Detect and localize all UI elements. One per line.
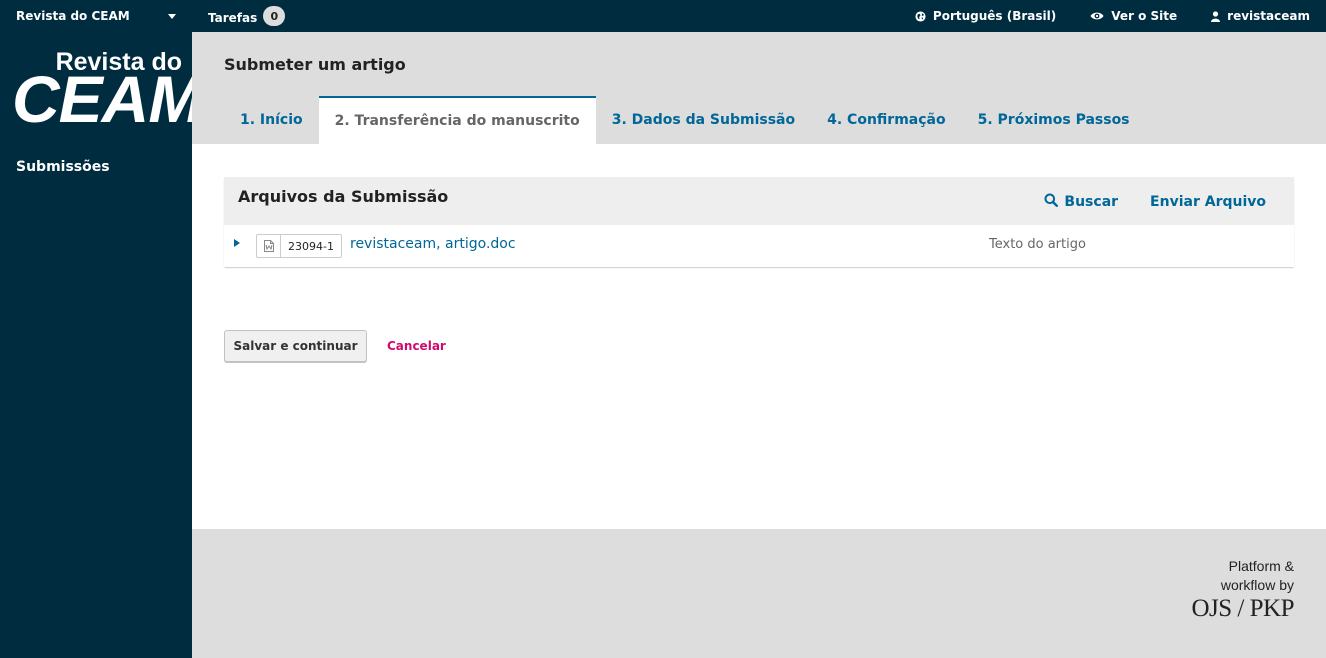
submission-files-grid: Arquivos da Submissão Buscar Enviar Arqu… [224, 177, 1294, 267]
username-label: revistaceam [1227, 9, 1310, 23]
file-name-link[interactable]: revistaceam, artigo.doc [350, 236, 516, 252]
globe-icon [915, 10, 926, 22]
page-footer: Platform & workflow by OJS / PKP [192, 529, 1326, 658]
logo-text-line2: CEAM [12, 62, 203, 136]
journal-switcher[interactable]: Revista do CEAM [16, 9, 176, 23]
sidebar: Revista do CEAM Submissões [0, 32, 203, 658]
caret-down-icon [168, 14, 176, 19]
tasks-link[interactable]: Tarefas 0 [208, 6, 286, 26]
page-title: Submeter um artigo [224, 55, 406, 74]
footer-brand: OJS / PKP [1191, 595, 1295, 622]
tab-proximos-passos[interactable]: 5. Próximos Passos [962, 96, 1146, 144]
file-id-badge: 23094-1 [256, 234, 342, 258]
table-row: 23094-1 revistaceam, artigo.doc Texto do… [224, 225, 1294, 267]
sidebar-item-submissions[interactable]: Submissões [16, 159, 110, 175]
search-files-button[interactable]: Buscar [1044, 193, 1118, 211]
main-content: Arquivos da Submissão Buscar Enviar Arqu… [192, 144, 1326, 529]
tab-confirmacao[interactable]: 4. Confirmação [811, 96, 961, 144]
top-navigation-bar: Revista do CEAM Tarefas 0 Português (Bra… [0, 0, 1326, 32]
tasks-label: Tarefas [208, 10, 258, 25]
file-type-label: Texto do artigo [989, 237, 1086, 252]
upload-file-button[interactable]: Enviar Arquivo [1150, 193, 1266, 211]
tab-dados-submissao[interactable]: 3. Dados da Submissão [596, 96, 811, 144]
eye-icon [1090, 11, 1104, 21]
grid-title: Arquivos da Submissão [238, 187, 449, 206]
language-label: Português (Brasil) [932, 9, 1057, 23]
search-icon [1044, 193, 1059, 211]
submission-step-tabs: 1. Início 2. Transferência do manuscrito… [224, 96, 1146, 144]
footer-line2: workflow by [1220, 577, 1294, 593]
tab-inicio[interactable]: 1. Início [224, 96, 319, 144]
page-header: Submeter um artigo 1. Início 2. Transfer… [192, 32, 1326, 144]
word-file-icon [257, 235, 281, 257]
user-menu[interactable]: revistaceam [1211, 9, 1310, 23]
footer-line1: Platform & [1228, 558, 1294, 574]
view-site-link[interactable]: Ver o Site [1090, 9, 1177, 23]
cancel-link[interactable]: Cancelar [387, 339, 446, 353]
language-switcher[interactable]: Português (Brasil) [915, 9, 1056, 23]
tasks-count-badge: 0 [263, 6, 286, 26]
tab-transferencia-manuscrito[interactable]: 2. Transferência do manuscrito [318, 96, 596, 144]
journal-name: Revista do CEAM [16, 9, 130, 23]
search-label: Buscar [1064, 194, 1119, 210]
journal-logo[interactable]: Revista do CEAM [12, 48, 203, 148]
file-id: 23094-1 [288, 239, 334, 253]
grid-header: Arquivos da Submissão Buscar Enviar Arqu… [224, 177, 1294, 225]
expand-arrow-icon[interactable] [234, 239, 240, 247]
user-icon [1211, 10, 1221, 22]
view-site-label: Ver o Site [1111, 9, 1178, 23]
ojs-pkp-logo[interactable]: Platform & workflow by OJS / PKP [1192, 557, 1295, 622]
save-and-continue-button[interactable]: Salvar e continuar [224, 330, 367, 362]
